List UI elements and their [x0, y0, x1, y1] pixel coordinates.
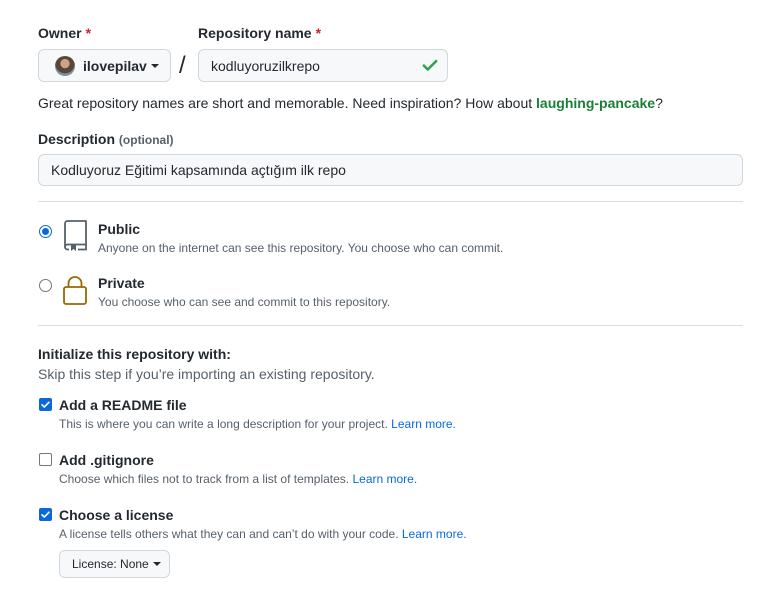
owner-label: Owner * — [38, 25, 91, 41]
readme-learn-more-link[interactable]: Learn more. — [391, 417, 456, 431]
checkmark-icon — [41, 401, 50, 408]
readme-checkbox[interactable] — [39, 398, 52, 411]
private-description: You choose who can see and commit to thi… — [98, 295, 391, 309]
owner-select-button[interactable]: ilovepilav — [38, 49, 171, 82]
chevron-down-icon — [152, 562, 161, 566]
gitignore-checkbox[interactable] — [39, 453, 52, 466]
private-title: Private — [98, 275, 145, 291]
gitignore-learn-more-link[interactable]: Learn more. — [352, 472, 417, 486]
license-select-label: License: None — [72, 557, 149, 571]
chevron-down-icon — [150, 63, 159, 68]
suggested-name-link[interactable]: laughing-pancake — [536, 95, 655, 111]
readme-title: Add a README file — [59, 397, 187, 413]
owner-username: ilovepilav — [83, 57, 147, 74]
lock-icon — [61, 274, 89, 306]
repo-icon — [61, 220, 89, 252]
owner-label-text: Owner — [38, 25, 82, 41]
public-title: Public — [98, 221, 141, 237]
suggestion-text: Great repository names are short and mem… — [38, 95, 537, 111]
license-select-button[interactable]: License: None — [59, 550, 170, 578]
gitignore-description-text: Choose which files not to track from a l… — [59, 472, 350, 486]
public-description: Anyone on the internet can see this repo… — [98, 241, 504, 255]
private-radio[interactable] — [39, 279, 52, 292]
divider-bottom — [38, 325, 743, 326]
license-description: A license tells others what they can and… — [59, 527, 467, 541]
description-input[interactable] — [38, 154, 743, 186]
license-description-text: A license tells others what they can and… — [59, 527, 399, 541]
license-title: Choose a license — [59, 507, 174, 523]
gitignore-description: Choose which files not to track from a l… — [59, 472, 417, 486]
checkmark-icon — [41, 511, 50, 518]
suggestion-suffix: ? — [655, 95, 663, 111]
repo-required-mark: * — [315, 25, 322, 41]
description-label: Description (optional) — [38, 131, 174, 147]
license-learn-more-link[interactable]: Learn more. — [402, 527, 467, 541]
owner-repo-separator: / — [179, 52, 186, 79]
init-title: Initialize this repository with: — [38, 346, 231, 362]
check-icon — [421, 56, 439, 74]
license-checkbox[interactable] — [39, 508, 52, 521]
repo-name-label: Repository name * — [198, 25, 321, 41]
readme-description-text: This is where you can write a long descr… — [59, 417, 388, 431]
divider-top — [38, 201, 743, 202]
avatar — [55, 55, 75, 76]
init-subtitle: Skip this step if you’re importing an ex… — [38, 366, 375, 382]
description-label-text: Description — [38, 131, 116, 147]
repo-name-label-text: Repository name — [198, 25, 312, 41]
gitignore-title: Add .gitignore — [59, 452, 154, 468]
readme-description: This is where you can write a long descr… — [59, 417, 456, 431]
repo-name-suggestion: Great repository names are short and mem… — [38, 95, 663, 111]
owner-required-mark: * — [85, 25, 92, 41]
repo-name-input[interactable] — [198, 49, 448, 82]
description-optional: (optional) — [118, 133, 174, 147]
public-radio[interactable] — [39, 225, 52, 238]
